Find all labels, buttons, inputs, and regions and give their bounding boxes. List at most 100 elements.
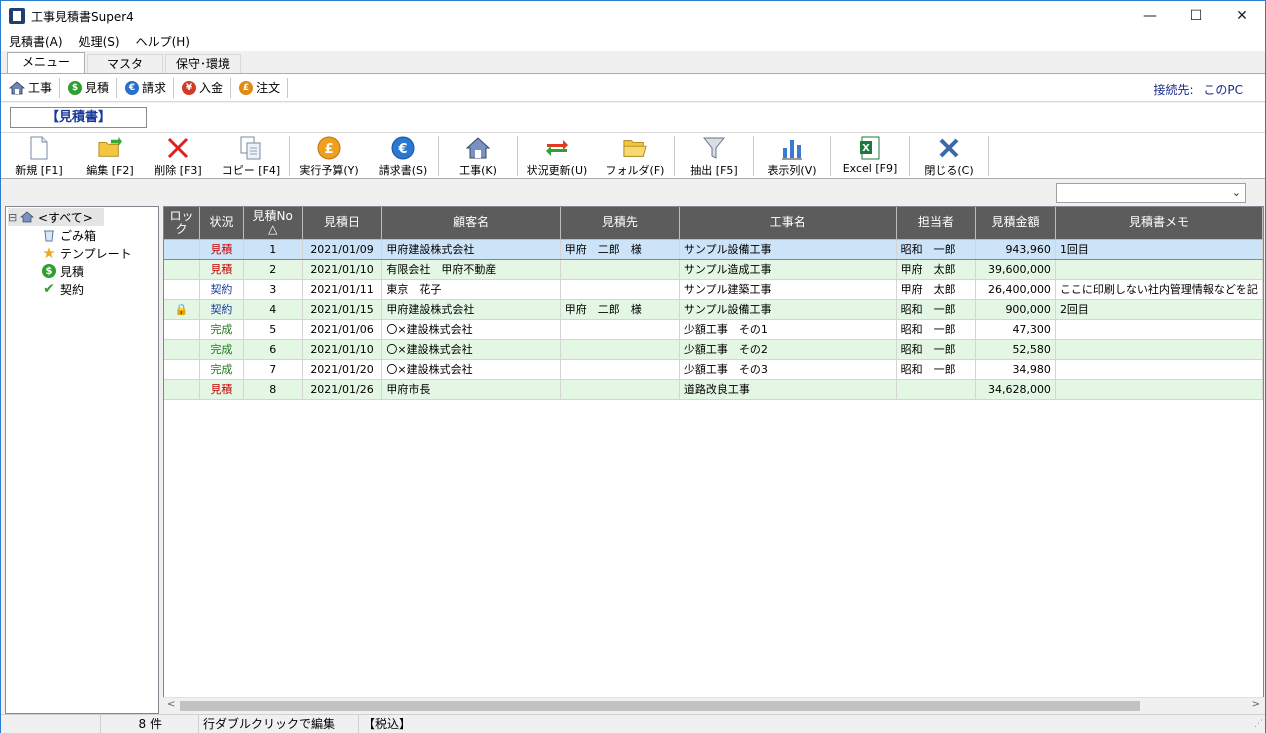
tab-menu[interactable]: メニュー xyxy=(7,52,85,74)
toolbar-label: 新規 [F1] xyxy=(15,164,63,177)
nav-item-chumon[interactable]: £ 注文 xyxy=(231,77,289,98)
status-tax: 【税込】 xyxy=(363,717,412,731)
budget-button[interactable]: £ 実行予算(Y) xyxy=(290,133,368,179)
menu-estimate[interactable]: 見積書(A) xyxy=(1,33,71,50)
extract-button[interactable]: 抽出 [F5] xyxy=(675,133,753,179)
folder-edit-icon xyxy=(98,136,122,160)
column-header-customer[interactable]: 顧客名 xyxy=(381,207,561,240)
excel-button[interactable]: X Excel [F9] xyxy=(831,133,909,179)
tree-item-estimate[interactable]: $ 見積 xyxy=(42,262,84,280)
toolbar-label: 閉じる(C) xyxy=(924,164,974,177)
nav-item-seikyu[interactable]: € 請求 xyxy=(117,77,175,98)
column-header-lock[interactable]: ロック xyxy=(164,207,201,240)
cell-destination xyxy=(560,259,680,280)
nav-bar: 工事 $ 見積 € 請求 ¥ 入金 £ 注文 接続先: このPC xyxy=(1,73,1265,102)
scroll-left-icon[interactable]: < xyxy=(167,699,175,710)
cell-date: 2021/01/10 xyxy=(302,259,383,280)
cell-customer: 〇×建設株式会社 xyxy=(381,339,561,360)
construction-button[interactable]: 工事(K) xyxy=(439,133,517,179)
tree-item-all[interactable]: ⊟ <すべて> xyxy=(8,208,104,226)
copy-button[interactable]: コピー [F4] xyxy=(213,133,289,179)
table-row[interactable]: 完成 5 2021/01/06 〇×建設株式会社 少額工事 その1 昭和 一郎 47,300 xyxy=(164,319,1263,340)
cell-customer: 甲府市長 xyxy=(381,379,561,400)
dollar-coin-icon: $ xyxy=(42,264,56,278)
table-row[interactable]: 完成 6 2021/01/10 〇×建設株式会社 少額工事 その2 昭和 一郎 52,580 xyxy=(164,339,1263,360)
column-header-date[interactable]: 見積日 xyxy=(302,207,383,240)
cell-destination xyxy=(560,279,680,300)
cell-no: 1 xyxy=(243,238,303,260)
column-header-no[interactable]: 見積No △ xyxy=(243,207,303,240)
close-x-icon xyxy=(937,136,961,160)
column-header-staff[interactable]: 担当者 xyxy=(896,207,977,240)
edit-button[interactable]: 編集 [F2] xyxy=(77,133,143,179)
table-row[interactable]: 完成 7 2021/01/20 〇×建設株式会社 少額工事 その3 昭和 一郎 34,980 xyxy=(164,359,1263,380)
toolbar-label: Excel [F9] xyxy=(842,162,898,175)
cell-status: 契約 xyxy=(199,299,244,320)
cell-date: 2021/01/26 xyxy=(302,379,383,400)
minimize-button[interactable]: — xyxy=(1127,1,1173,31)
cell-staff: 昭和 一郎 xyxy=(896,339,977,360)
menu-help[interactable]: ヘルプ(H) xyxy=(128,33,198,50)
delete-button[interactable]: 削除 [F3] xyxy=(143,133,213,179)
cell-amount: 26,400,000 xyxy=(975,279,1056,300)
close-button[interactable]: ✕ xyxy=(1219,1,1265,31)
cell-project: 少額工事 その2 xyxy=(679,339,897,360)
nav-item-label: 工事 xyxy=(28,81,53,95)
columns-button[interactable]: 表示列(V) xyxy=(754,133,830,179)
status-update-button[interactable]: 状況更新(U) xyxy=(518,133,596,179)
nav-item-nyukin[interactable]: ¥ 入金 xyxy=(174,77,232,98)
nav-item-label: 注文 xyxy=(256,81,281,95)
column-header-status[interactable]: 状況 xyxy=(199,207,244,240)
connection-label: 接続先: xyxy=(1153,83,1194,97)
menu-bar: 見積書(A) 処理(S) ヘルプ(H) xyxy=(1,31,1265,51)
table-row[interactable]: 見積 8 2021/01/26 甲府市長 道路改良工事 34,628,000 xyxy=(164,379,1263,400)
tab-maintenance[interactable]: 保守･環境 xyxy=(165,54,241,74)
tree-item-template[interactable]: ★ テンプレート xyxy=(42,244,132,262)
cell-date: 2021/01/11 xyxy=(302,279,383,300)
resize-grip-icon[interactable]: ⋰ xyxy=(1254,719,1263,729)
column-header-project[interactable]: 工事名 xyxy=(679,207,897,240)
tree-item-trash[interactable]: ごみ箱 xyxy=(42,226,96,244)
cell-destination xyxy=(560,359,680,380)
column-header-destination[interactable]: 見積先 xyxy=(560,207,680,240)
cell-no: 2 xyxy=(243,259,303,280)
cell-staff: 昭和 一郎 xyxy=(896,238,977,260)
folder-button[interactable]: フォルダ(F) xyxy=(596,133,674,179)
new-button[interactable]: 新規 [F1] xyxy=(1,133,77,179)
scroll-right-icon[interactable]: > xyxy=(1252,699,1260,710)
cell-status: 見積 xyxy=(199,238,244,260)
filter-dropdown[interactable]: ⌄ xyxy=(1056,183,1246,203)
column-header-memo[interactable]: 見積書メモ xyxy=(1055,207,1263,240)
tree-item-label: 契約 xyxy=(60,282,85,297)
maximize-button[interactable]: ☐ xyxy=(1173,1,1219,31)
horizontal-scrollbar[interactable]: < > xyxy=(163,697,1264,714)
nav-item-mitsumori[interactable]: $ 見積 xyxy=(60,77,118,98)
cell-amount: 900,000 xyxy=(975,299,1056,320)
tree-item-label: テンプレート xyxy=(60,246,132,261)
cell-project: サンプル設備工事 xyxy=(679,299,897,320)
menu-process[interactable]: 処理(S) xyxy=(71,33,128,50)
tab-row: メニュー マスタ 保守･環境 xyxy=(1,52,1265,74)
scroll-thumb[interactable] xyxy=(180,701,1140,711)
column-header-amount[interactable]: 見積金額 xyxy=(975,207,1056,240)
table-row[interactable]: 見積 2 2021/01/10 有限会社 甲府不動産 サンプル造成工事 甲府 太郎 39,6… xyxy=(164,259,1263,280)
nav-item-label: 見積 xyxy=(85,81,110,95)
table-row[interactable]: 🔒 契約 4 2021/01/15 甲府建設株式会社 甲府 二郎 様サンプル設備工事 昭和 … xyxy=(164,299,1263,320)
nav-item-koji[interactable]: 工事 xyxy=(1,77,61,98)
close-window-button[interactable]: 閉じる(C) xyxy=(910,133,988,179)
invoice-button[interactable]: € 請求書(S) xyxy=(368,133,438,179)
tab-master[interactable]: マスタ xyxy=(87,54,163,74)
lock-icon: 🔒 xyxy=(164,299,201,320)
cell-staff: 甲府 太郎 xyxy=(896,279,977,300)
table-row[interactable]: 契約 3 2021/01/11 東京 花子 サンプル建築工事 甲府 太郎 26,400,00… xyxy=(164,279,1263,300)
cell-project: サンプル造成工事 xyxy=(679,259,897,280)
table-row[interactable]: 見積 1 2021/01/09 甲府建設株式会社 甲府 二郎 様サンプル設備工事 昭和 一… xyxy=(164,238,1263,260)
cell-no: 7 xyxy=(243,359,303,380)
tree-item-contract[interactable]: ✔ 契約 xyxy=(42,280,84,298)
toolbar-label: コピー [F4] xyxy=(221,164,281,177)
tree-item-label: 見積 xyxy=(60,264,85,279)
cell-status: 完成 xyxy=(199,339,244,360)
status-spacer xyxy=(1,715,101,733)
collapse-icon[interactable]: ⊟ xyxy=(8,211,20,224)
cell-destination xyxy=(560,319,680,340)
